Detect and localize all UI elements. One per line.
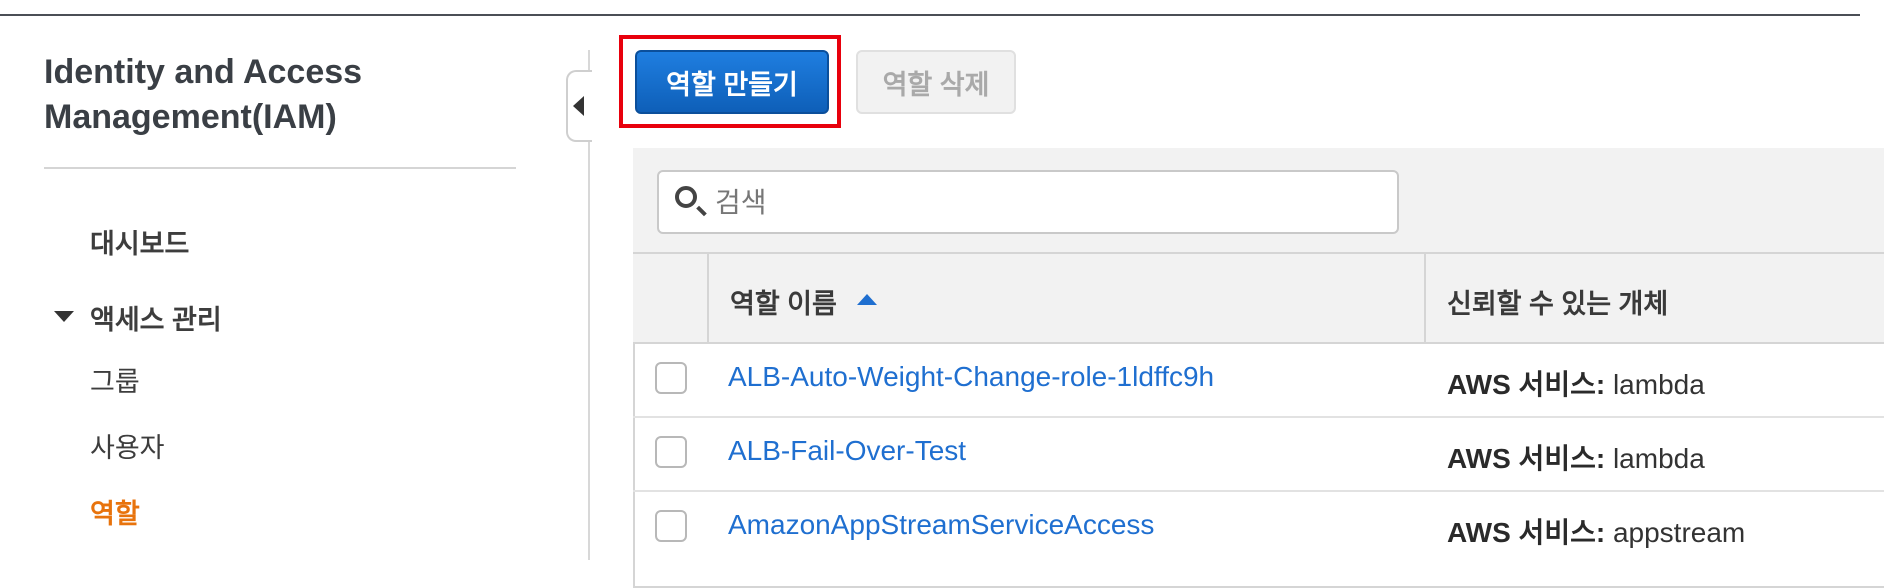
sidebar-item-groups[interactable]: 그룹 <box>90 360 140 399</box>
sidebar-item-roles[interactable]: 역할 <box>90 492 140 531</box>
trusted-entity-cell: AWS 서비스: appstream <box>1447 511 1745 551</box>
column-header-role-name[interactable]: 역할 이름 <box>730 282 837 321</box>
top-divider <box>0 14 1860 16</box>
caret-down-icon[interactable] <box>54 311 74 322</box>
header-checkbox-cell <box>633 254 709 342</box>
sidebar-title: Identity and Access Management(IAM) <box>44 50 516 140</box>
trusted-entity-cell: AWS 서비스: lambda <box>1447 437 1705 477</box>
trusted-entity-cell: AWS 서비스: lambda <box>1447 363 1705 403</box>
sort-ascending-icon[interactable] <box>857 294 877 305</box>
column-header-role-name-label: 역할 이름 <box>730 289 837 319</box>
trusted-entity-prefix: AWS 서비스: <box>1447 443 1606 474</box>
trusted-entity-value: lambda <box>1612 369 1705 400</box>
sidebar: Identity and Access Management(IAM) <box>44 50 516 140</box>
sidebar-item-dashboard[interactable]: 대시보드 <box>90 222 189 261</box>
role-name-link[interactable]: ALB-Auto-Weight-Change-role-1ldffc9h <box>728 361 1214 393</box>
column-header-trusted-entity: 신뢰할 수 있는 개체 <box>1447 289 1669 319</box>
collapse-sidebar-button[interactable] <box>566 70 592 142</box>
row-checkbox[interactable] <box>655 436 687 468</box>
sidebar-divider <box>44 167 516 169</box>
create-role-button[interactable]: 역할 만들기 <box>635 50 829 114</box>
trusted-entity-prefix: AWS 서비스: <box>1447 517 1606 548</box>
row-checkbox[interactable] <box>655 362 687 394</box>
row-checkbox[interactable] <box>655 510 687 542</box>
search-input[interactable] <box>713 180 1377 226</box>
search-box[interactable] <box>657 170 1399 234</box>
column-divider <box>1424 254 1426 342</box>
table-row: AmazonAppStreamServiceAccess AWS 서비스: ap… <box>633 492 1884 566</box>
trusted-entity-prefix: AWS 서비스: <box>1447 369 1606 400</box>
delete-role-button[interactable]: 역할 삭제 <box>856 50 1016 114</box>
sidebar-title-line1: Identity and Access <box>44 53 363 91</box>
sidebar-item-access-management[interactable]: 액세스 관리 <box>90 298 222 337</box>
caret-left-icon <box>573 96 584 116</box>
table-header: 역할 이름 신뢰할 수 있는 개체 <box>633 254 1884 344</box>
search-icon <box>675 186 697 208</box>
table-row: ALB-Auto-Weight-Change-role-1ldffc9h AWS… <box>633 344 1884 418</box>
sidebar-item-users[interactable]: 사용자 <box>90 426 165 465</box>
role-name-link[interactable]: AmazonAppStreamServiceAccess <box>728 509 1154 541</box>
table-row: ALB-Fail-Over-Test AWS 서비스: lambda <box>633 418 1884 492</box>
trusted-entity-value: appstream <box>1612 517 1746 548</box>
trusted-entity-value: lambda <box>1612 443 1705 474</box>
sidebar-title-line2: Management(IAM) <box>44 98 337 136</box>
role-name-link[interactable]: ALB-Fail-Over-Test <box>728 435 966 467</box>
